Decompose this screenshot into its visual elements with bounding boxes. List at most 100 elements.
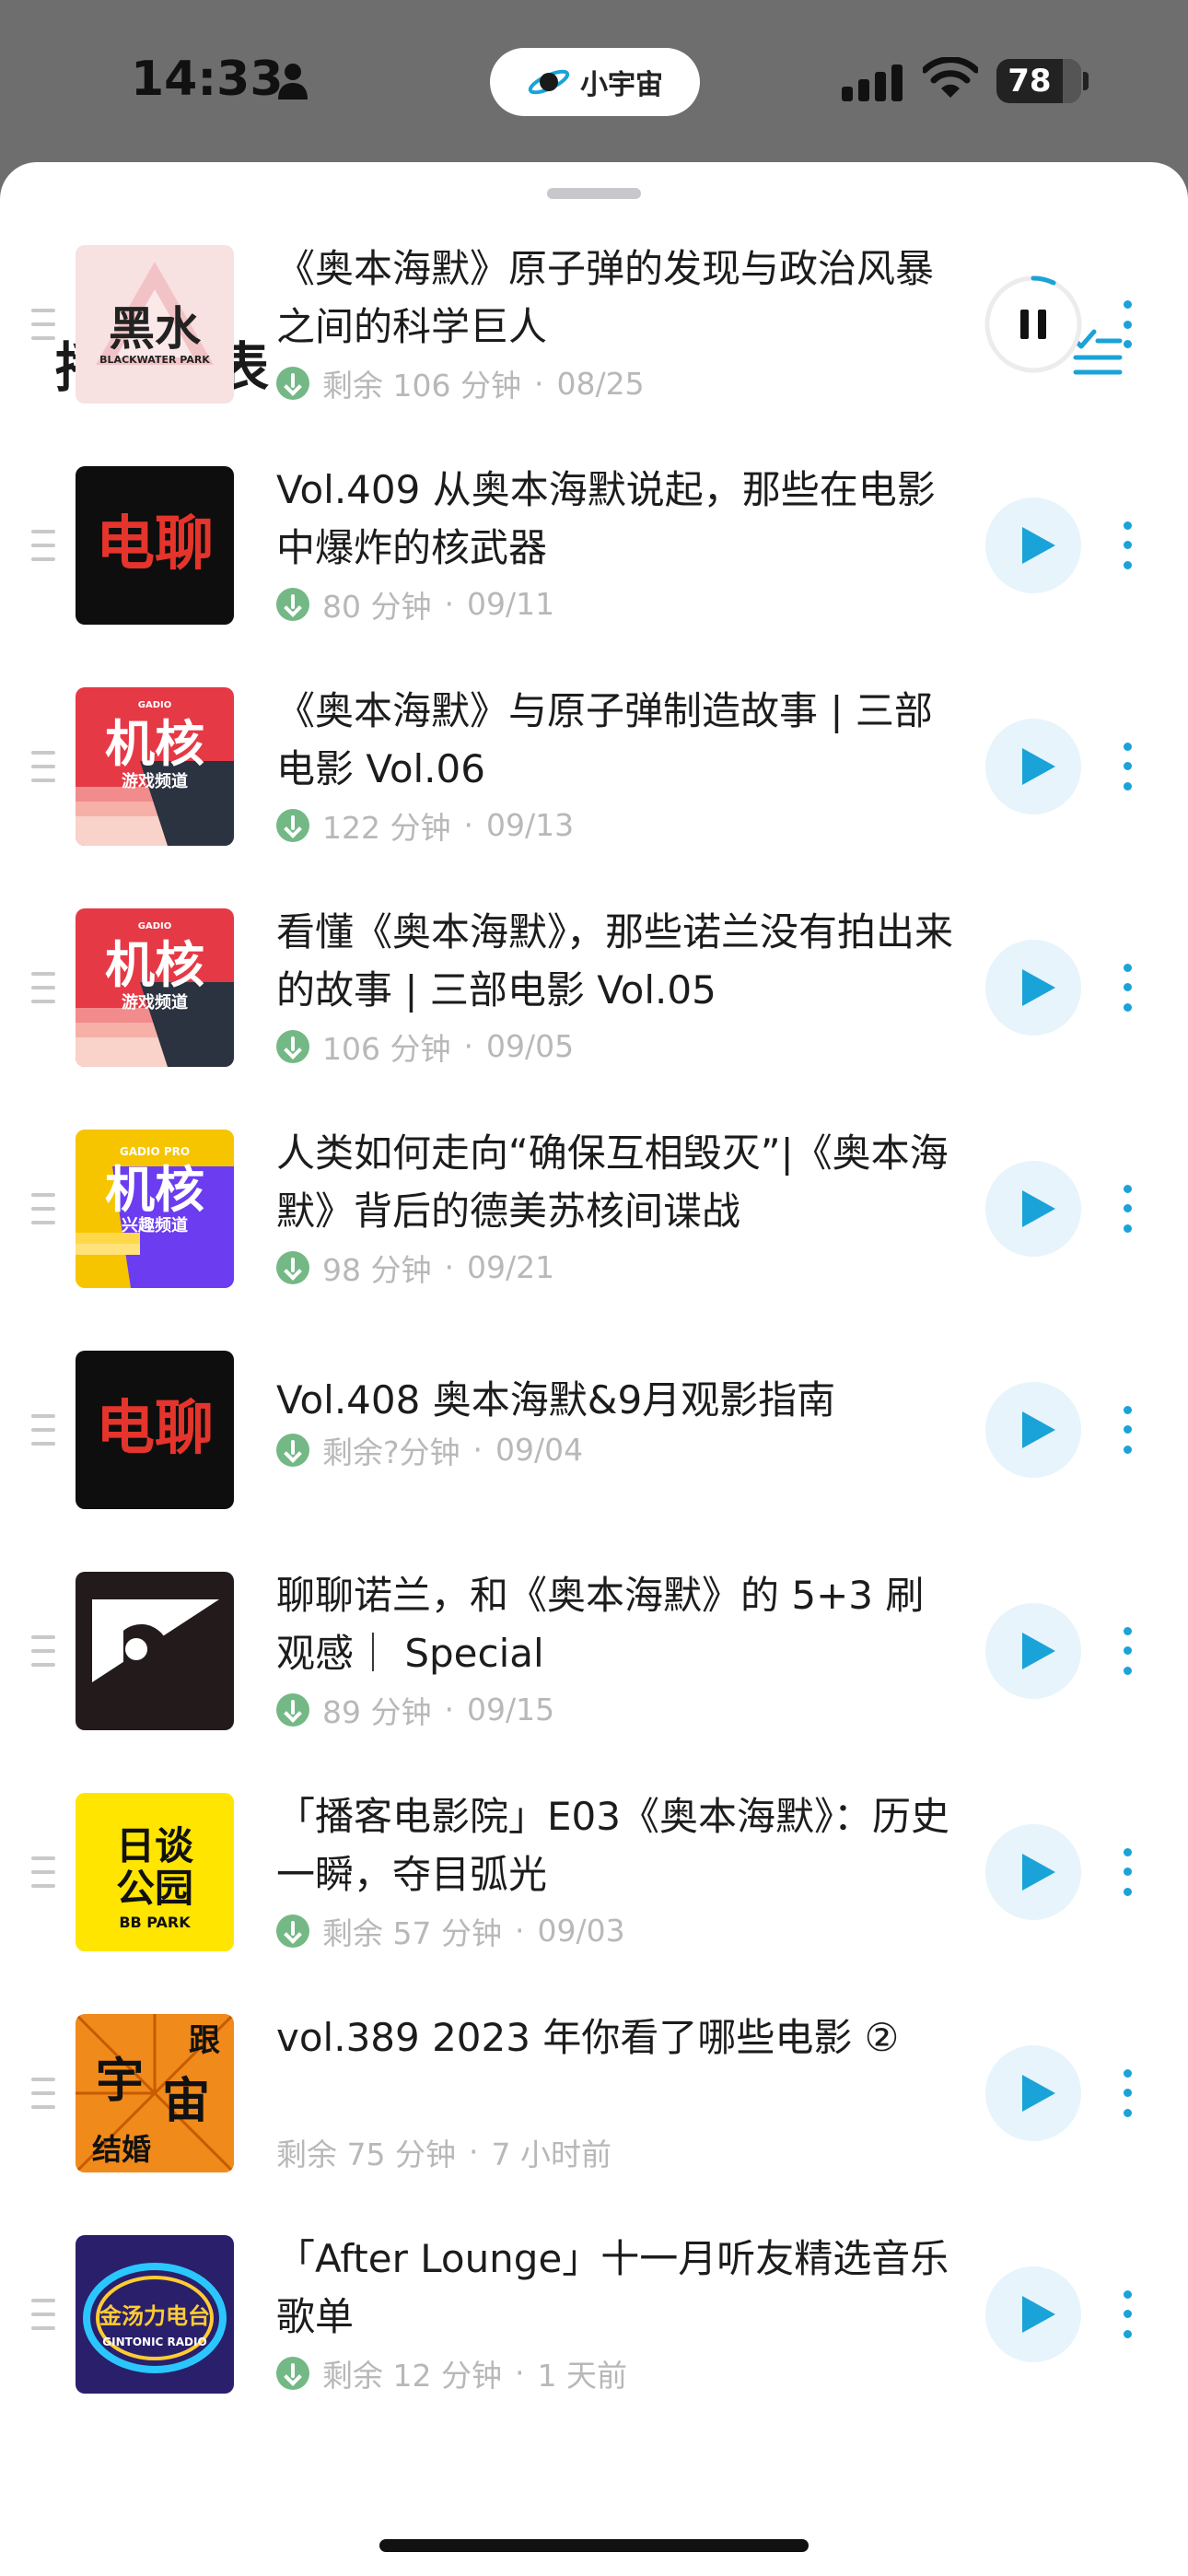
episode-meta: 剩余 106 分钟 · 08/25 (276, 363, 645, 404)
episode-remaining: 剩余 57 分钟 (322, 1914, 502, 1951)
more-icon[interactable] (1116, 1402, 1138, 1458)
episode-cover: 日谈 公园 BB PARK (76, 1792, 234, 1951)
drag-handle-icon[interactable] (31, 971, 55, 1003)
episode-cover (76, 1571, 234, 1730)
episode-title[interactable]: 「After Lounge」十一月听友精选音乐歌单 (276, 2230, 958, 2346)
episode-cover: 黑水 BLACKWATER PARK (76, 245, 234, 404)
signal-icon (842, 64, 903, 101)
sheet-grabber[interactable] (547, 188, 641, 199)
episode-title[interactable]: 《奥本海默》原子弹的发现与政治风暴之间的科学巨人 (276, 240, 958, 356)
cover-top-text: GADIO (138, 921, 171, 931)
play-icon[interactable] (985, 1381, 1081, 1478)
app-island-pill[interactable]: 小宇宙 (490, 48, 700, 116)
episode-remaining: 98 分钟 (322, 1251, 432, 1288)
cover-art-gintonic: 金汤力电台 GINTONIC RADIO (76, 2234, 234, 2394)
episode-title[interactable]: 看懂《奥本海默》，那些诺兰没有拍出来的故事 | 三部电影 Vol.05 (276, 903, 958, 1019)
playlist-row[interactable]: 聊聊诺兰，和《奥本海默》的 5+3 刷观感｜ Special 89 分钟 · 0… (0, 1571, 1188, 1793)
more-icon[interactable] (1116, 518, 1138, 573)
drag-handle-icon[interactable] (31, 529, 55, 561)
episode-remaining: 89 分钟 (322, 1693, 432, 1730)
episode-date: 09/04 (495, 1432, 584, 1469)
episode-cover: 电聊 (76, 465, 234, 625)
episode-meta: 剩余 75 分钟 · 7 小时前 (276, 2132, 611, 2172)
episode-date: 09/13 (485, 807, 575, 844)
play-icon[interactable] (985, 2044, 1081, 2141)
drag-handle-icon[interactable] (31, 1634, 55, 1667)
play-icon[interactable] (985, 1160, 1081, 1257)
play-icon[interactable] (985, 497, 1081, 593)
episode-meta: 剩余?分钟 · 09/04 (276, 1430, 583, 1470)
episode-title[interactable]: 「播客电影院」E03《奥本海默》：历史一瞬，夺目弧光 (276, 1787, 958, 1903)
status-time: 14:33 (131, 52, 284, 107)
episode-date: 08/25 (556, 365, 645, 402)
drag-handle-icon[interactable] (31, 309, 55, 340)
drag-handle-icon[interactable] (31, 1413, 55, 1446)
cover-char-1: 跟 (189, 2022, 220, 2059)
episode-cover: 金汤力电台 GINTONIC RADIO (76, 2234, 234, 2394)
playlist-row[interactable]: 电聊 Vol.409 从奥本海默说起，那些在电影中爆炸的核武器 80 分钟 · … (0, 465, 1188, 687)
meta-separator: · (472, 1432, 483, 1469)
cover-char-2: 宇 (96, 2054, 144, 2109)
drag-handle-icon[interactable] (31, 1192, 55, 1224)
playlist-row[interactable]: 黑水 BLACKWATER PARK 《奥本海默》原子弹的发现与政治风暴之间的科… (0, 245, 1188, 466)
more-icon[interactable] (1116, 739, 1138, 794)
cover-top-text: GADIO (138, 700, 171, 710)
playlist-row[interactable]: 日谈 公园 BB PARK 「播客电影院」E03《奥本海默》：历史一瞬，夺目弧光… (0, 1792, 1188, 2014)
episode-cover: 跟 宇 宙 结婚 (76, 2013, 234, 2172)
more-icon[interactable] (1116, 297, 1138, 352)
play-icon[interactable] (985, 1823, 1081, 1920)
cover-big-text: 电聊 (96, 510, 214, 579)
episode-title[interactable]: Vol.408 奥本海默&9月观影指南 (276, 1371, 958, 1429)
cover-big-text: 金汤力电台 (99, 2303, 210, 2329)
drag-handle-icon[interactable] (31, 2077, 55, 2109)
more-icon[interactable] (1116, 2066, 1138, 2121)
pause-icon[interactable] (984, 275, 1083, 374)
playlist-row[interactable]: 跟 宇 宙 结婚 vol.389 2023 年你看了哪些电影 ② 剩余 75 分… (0, 2013, 1188, 2235)
more-icon[interactable] (1116, 1623, 1138, 1679)
play-icon[interactable] (985, 1602, 1081, 1699)
download-icon (276, 1250, 309, 1284)
drag-handle-icon[interactable] (31, 750, 55, 782)
meta-separator: · (514, 1913, 525, 1950)
play-icon[interactable] (985, 718, 1081, 814)
more-icon[interactable] (1116, 960, 1138, 1015)
download-icon (276, 587, 309, 621)
cover-art-special (76, 1571, 234, 1730)
wifi-icon (923, 57, 978, 98)
episode-remaining: 80 分钟 (322, 588, 432, 625)
playlist-row[interactable]: 金汤力电台 GINTONIC RADIO 「After Lounge」十一月听友… (0, 2234, 1188, 2456)
play-icon[interactable] (985, 2266, 1081, 2362)
more-icon[interactable] (1116, 2287, 1138, 2342)
more-icon[interactable] (1116, 1844, 1138, 1900)
playlist-row[interactable]: GADIO PRO 机核 兴趣频道 人类如何走向“确保互相毁灭”|《奥本海默》背… (0, 1129, 1188, 1351)
cover-art-jihe: GADIO 机核 游戏频道 (76, 686, 234, 846)
play-icon[interactable] (985, 939, 1081, 1036)
meta-separator: · (444, 1692, 454, 1728)
episode-title[interactable]: vol.389 2023 年你看了哪些电影 ② (276, 2008, 958, 2067)
episode-title[interactable]: 《奥本海默》与原子弹制造故事 | 三部电影 Vol.06 (276, 682, 958, 798)
download-icon (276, 1914, 309, 1948)
battery-indicator: 78 (996, 59, 1081, 103)
drag-handle-icon[interactable] (31, 1856, 55, 1888)
cover-art-jihe-pro: GADIO PRO 机核 兴趣频道 (76, 1129, 234, 1288)
cover-sub-text: 兴趣频道 (122, 1215, 188, 1235)
cover-big-text: 机核 (105, 715, 204, 773)
cover-sub-text: 游戏频道 (122, 992, 188, 1013)
playlist-row[interactable]: GADIO 机核 游戏频道 《奥本海默》与原子弹制造故事 | 三部电影 Vol.… (0, 686, 1188, 908)
meta-separator: · (468, 2134, 479, 2171)
playlist-row[interactable]: 电聊 Vol.408 奥本海默&9月观影指南 剩余?分钟 · 09/04 (0, 1350, 1188, 1572)
episode-meta: 98 分钟 · 09/21 (276, 1247, 554, 1288)
episode-title[interactable]: Vol.409 从奥本海默说起，那些在电影中爆炸的核武器 (276, 461, 958, 577)
episode-meta: 80 分钟 · 09/11 (276, 584, 554, 625)
app-name: 小宇宙 (580, 69, 663, 101)
more-icon[interactable] (1116, 1181, 1138, 1236)
episode-title[interactable]: 人类如何走向“确保互相毁灭”|《奥本海默》背后的德美苏核间谍战 (276, 1124, 958, 1240)
download-icon (276, 367, 309, 400)
episode-title[interactable]: 聊聊诺兰，和《奥本海默》的 5+3 刷观感｜ Special (276, 1566, 958, 1682)
playlist-row[interactable]: GADIO 机核 游戏频道 看懂《奥本海默》，那些诺兰没有拍出来的故事 | 三部… (0, 907, 1188, 1130)
meta-separator: · (444, 586, 454, 623)
meta-separator: · (514, 2355, 525, 2392)
episode-meta: 106 分钟 · 09/05 (276, 1026, 574, 1067)
drag-handle-icon[interactable] (31, 2298, 55, 2330)
cover-art-dianliao: 电聊 (76, 1350, 234, 1509)
